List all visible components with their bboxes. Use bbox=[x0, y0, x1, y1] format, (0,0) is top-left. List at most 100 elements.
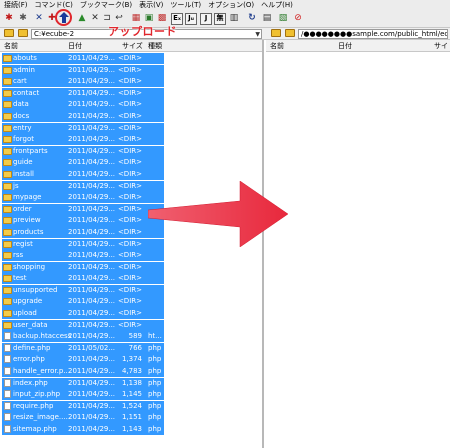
remote-col-size[interactable]: サイ bbox=[434, 40, 448, 52]
file-row[interactable]: data 2011/04/29... <DIR> bbox=[0, 99, 262, 111]
remote-path-field[interactable]: /●●●●●●●●sample.com/public_html/ec/ bbox=[298, 29, 448, 39]
file-name: install bbox=[13, 169, 34, 178]
connect-icon[interactable]: ✱ bbox=[3, 12, 15, 25]
file-size: 1,138 bbox=[121, 378, 142, 387]
file-row[interactable]: abouts 2011/04/29... <DIR> bbox=[0, 53, 262, 65]
file-row[interactable]: contact 2011/04/29... <DIR> bbox=[0, 87, 262, 100]
file-name: shopping bbox=[13, 262, 46, 271]
file-row[interactable]: forgot 2011/04/29... <DIR> bbox=[0, 134, 262, 146]
file-row[interactable]: rss 2011/04/29... <DIR> bbox=[0, 250, 262, 262]
col-date[interactable]: 日付 bbox=[68, 40, 82, 52]
local-folder-icon[interactable] bbox=[18, 29, 28, 38]
kanji-icon[interactable]: 無 bbox=[214, 12, 226, 25]
file-type: php bbox=[148, 343, 162, 352]
file-name: mypage bbox=[13, 193, 42, 202]
stop-icon[interactable]: ⊘ bbox=[292, 12, 304, 25]
menu-item[interactable]: オプション(O) bbox=[208, 0, 254, 10]
file-row[interactable]: shopping 2011/04/29... <DIR> bbox=[0, 261, 262, 274]
remote-folder-icon[interactable] bbox=[285, 29, 295, 38]
menu-item[interactable]: コマンド(C) bbox=[35, 0, 73, 10]
menu-bar: 接続(F) コマンド(C) ブックマーク(B) 表示(V) ツール(T) オプション(O)… bbox=[0, 0, 450, 10]
file-size: <DIR> bbox=[117, 227, 142, 236]
file-row[interactable]: frontparts 2011/04/29... <DIR> bbox=[0, 145, 262, 158]
file-size: <DIR> bbox=[117, 54, 142, 62]
folder-icon bbox=[3, 298, 12, 306]
remote-col-date[interactable]: 日付 bbox=[338, 40, 352, 52]
remote-col-name[interactable]: 名前 bbox=[270, 40, 284, 52]
file-size: <DIR> bbox=[117, 123, 142, 132]
delete-icon[interactable]: ✕ bbox=[89, 12, 101, 25]
file-size: <DIR> bbox=[117, 193, 142, 202]
file-name: cart bbox=[13, 77, 27, 86]
col-name[interactable]: 名前 bbox=[4, 40, 18, 52]
file-row[interactable]: resize_image.... 2011/04/29... 1,151 php bbox=[0, 412, 262, 424]
file-name: guide bbox=[13, 158, 33, 167]
file-size: <DIR> bbox=[117, 111, 142, 120]
file-size: 1,145 bbox=[121, 390, 142, 399]
folder-icon bbox=[3, 112, 12, 120]
file-name: rss bbox=[13, 251, 24, 260]
remote-file-pane[interactable]: 名前 日付 サイ bbox=[266, 40, 450, 448]
ju-icon[interactable]: Jᵤ bbox=[185, 12, 197, 25]
file-icon bbox=[4, 367, 11, 376]
download-arrow-icon[interactable]: ▲ bbox=[76, 12, 88, 25]
folder-icon bbox=[3, 286, 12, 294]
local-path-text: C:¥ecube-2 bbox=[34, 30, 75, 38]
file-name: unsupported bbox=[13, 285, 58, 294]
file-row[interactable]: index.php 2011/04/29... 1,138 php bbox=[0, 377, 262, 390]
menu-item[interactable]: ツール(T) bbox=[170, 0, 201, 10]
remote-folder-up-icon[interactable] bbox=[271, 29, 281, 38]
kanji-icon-glyph: 無 bbox=[214, 12, 226, 25]
reload-icon[interactable]: ↻ bbox=[246, 12, 258, 25]
folder-icon bbox=[3, 55, 12, 62]
file-row[interactable]: input_zip.php 2011/04/29... 1,145 php bbox=[0, 389, 262, 401]
chevron-down-icon[interactable]: ▼ bbox=[255, 30, 260, 38]
file-row[interactable]: handle_error.p... 2011/04/29... 4,783 php bbox=[0, 366, 262, 378]
file-row[interactable]: sitemap.php 2011/04/29... 1,143 php bbox=[0, 424, 262, 436]
file-size: 1,151 bbox=[121, 413, 142, 422]
local-column-header: 名前 日付 サイズ 種類 bbox=[0, 40, 262, 52]
file-size: <DIR> bbox=[117, 100, 142, 109]
local-folder-up-icon[interactable] bbox=[4, 29, 14, 38]
file-row[interactable]: unsupported 2011/04/29... <DIR> bbox=[0, 284, 262, 297]
menu-item[interactable]: ブックマーク(B) bbox=[80, 0, 132, 10]
file-row[interactable]: test 2011/04/29... <DIR> bbox=[0, 273, 262, 285]
file-row[interactable]: define.php 2011/05/02... 766 php bbox=[0, 342, 262, 355]
menu-item[interactable]: 表示(V) bbox=[139, 0, 163, 10]
file-row[interactable]: entry 2011/04/29... <DIR> bbox=[0, 122, 262, 135]
file-name: input_zip.php bbox=[13, 390, 61, 399]
mark-icon[interactable]: ✕ bbox=[33, 12, 45, 25]
file-type: php bbox=[148, 425, 162, 433]
file-size: 1,524 bbox=[121, 401, 142, 410]
file-row[interactable]: error.php 2011/04/29... 1,374 php bbox=[0, 354, 262, 366]
file-size: <DIR> bbox=[117, 65, 142, 74]
file-row[interactable]: upgrade 2011/04/29... <DIR> bbox=[0, 296, 262, 308]
filter-icon[interactable]: ▧ bbox=[277, 12, 289, 25]
file-row[interactable]: install 2011/04/29... <DIR> bbox=[0, 168, 262, 181]
file-row[interactable]: user_data 2011/04/29... <DIR> bbox=[0, 319, 262, 332]
file-name: backup.htaccess bbox=[13, 332, 72, 341]
settings-icon[interactable]: ▤ bbox=[261, 12, 273, 25]
folder-icon bbox=[3, 321, 12, 329]
file-row[interactable]: require.php 2011/04/29... 1,524 php bbox=[0, 400, 262, 413]
disconnect-icon[interactable]: ✱ bbox=[17, 12, 29, 25]
file-name: docs bbox=[13, 111, 30, 120]
file-row[interactable]: upload 2011/04/29... <DIR> bbox=[0, 308, 262, 320]
col-size[interactable]: サイズ bbox=[122, 40, 143, 52]
j-icon[interactable]: J bbox=[200, 12, 212, 25]
file-row[interactable]: cart 2011/04/29... <DIR> bbox=[0, 76, 262, 88]
file-row[interactable]: backup.htaccess 2011/04/29... 589 ht... bbox=[0, 331, 262, 343]
path-bar: C:¥ecube-2 ▼ /●●●●●●●●sample.com/public_… bbox=[0, 28, 450, 40]
folder-icon bbox=[3, 205, 12, 213]
file-row[interactable]: admin 2011/04/29... <DIR> bbox=[0, 64, 262, 77]
menu-item[interactable]: 接続(F) bbox=[4, 0, 28, 10]
upload-icon[interactable] bbox=[59, 12, 69, 23]
sync-icon[interactable]: ▥ bbox=[228, 12, 240, 25]
file-row[interactable]: docs 2011/04/29... <DIR> bbox=[0, 110, 262, 123]
file-icon bbox=[4, 378, 11, 387]
file-row[interactable]: guide 2011/04/29... <DIR> bbox=[0, 157, 262, 169]
menu-item[interactable]: ヘルプ(H) bbox=[261, 0, 293, 10]
file-size: <DIR> bbox=[117, 251, 142, 260]
folder-icon bbox=[3, 170, 12, 178]
col-type[interactable]: 種類 bbox=[148, 40, 162, 52]
